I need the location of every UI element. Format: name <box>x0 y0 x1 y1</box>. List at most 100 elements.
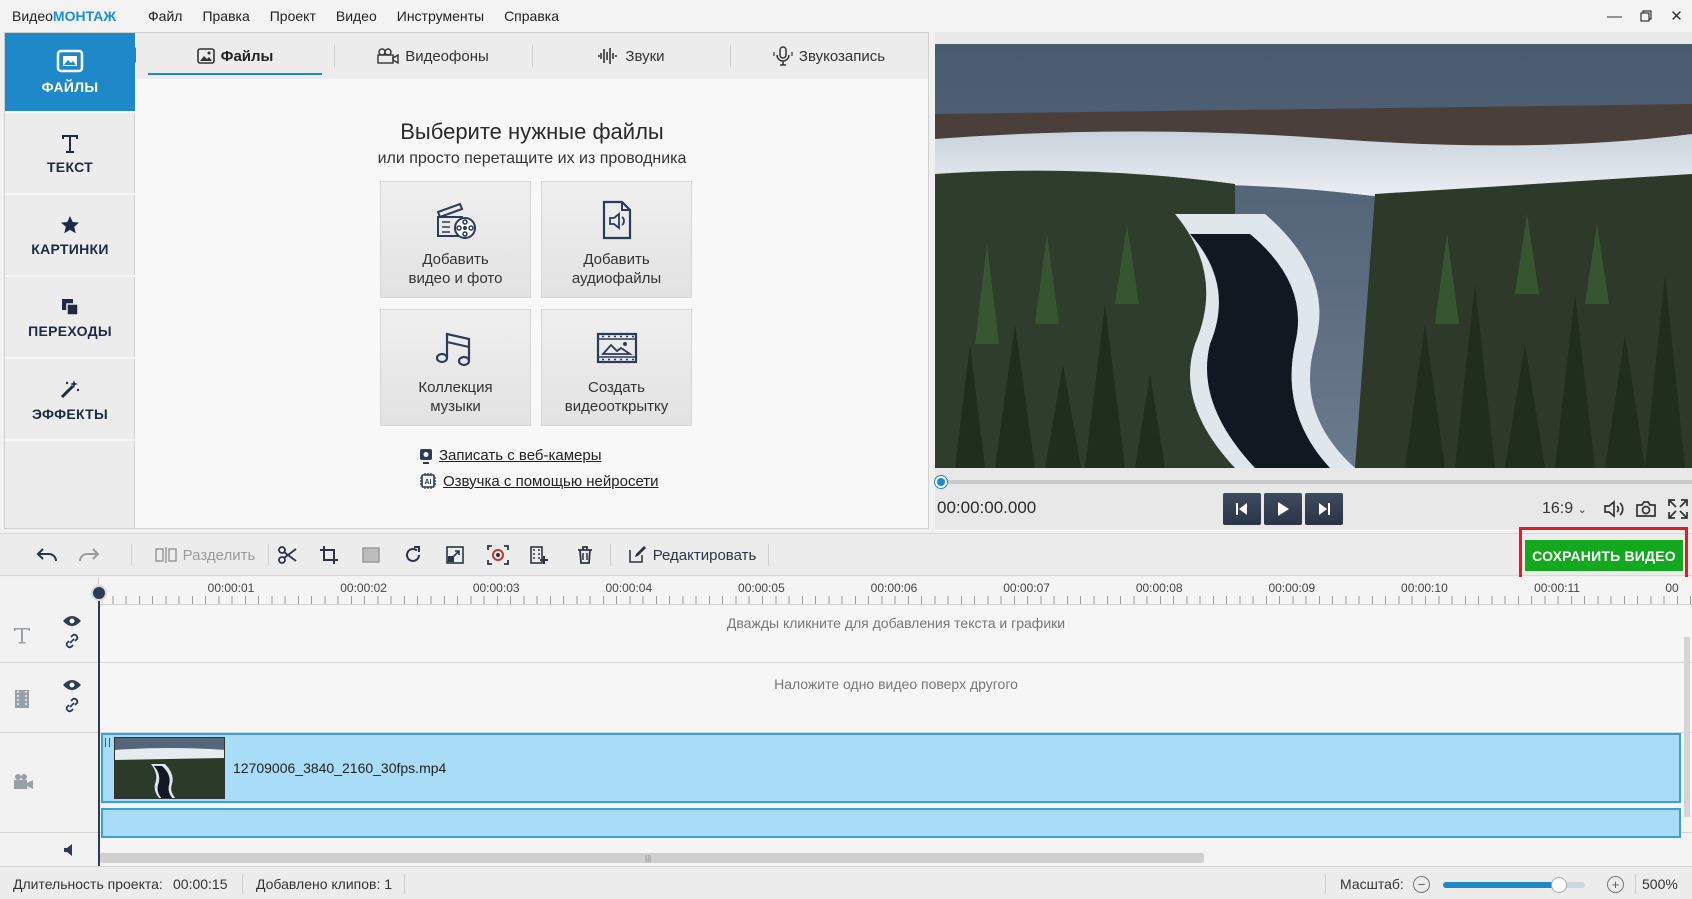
eye-icon[interactable] <box>62 679 82 691</box>
zoom-slider-handle[interactable] <box>1551 877 1568 893</box>
clip-drag-handle[interactable] <box>105 738 110 747</box>
record-webcam-link[interactable]: Записать с веб-камеры <box>419 447 602 464</box>
crop-button[interactable] <box>316 534 342 576</box>
tab-files[interactable]: Файлы <box>136 33 334 79</box>
status-bar: Длительность проекта: 00:00:15 Добавлено… <box>0 866 1692 899</box>
link-icon[interactable] <box>64 633 80 649</box>
files-subheading: или просто перетащите их из проводника <box>377 150 687 167</box>
playhead-handle[interactable] <box>91 585 107 601</box>
add-audio-button[interactable]: Добавить аудиофайлы <box>541 181 692 298</box>
menu-project[interactable]: Проект <box>260 0 326 32</box>
tab-sounds[interactable]: Звуки <box>532 33 730 79</box>
menu-file[interactable]: Файл <box>138 0 192 32</box>
volume-button[interactable] <box>1598 496 1630 522</box>
menu-tools[interactable]: Инструменты <box>387 0 494 32</box>
video-clip[interactable]: 12709006_3840_2160_30fps.mp4 <box>101 733 1681 803</box>
sidebar-item-transitions[interactable]: ПЕРЕХОДЫ <box>5 279 135 359</box>
add-clip-button[interactable] <box>526 534 552 576</box>
resize-icon <box>446 546 464 564</box>
sidebar-item-label: КАРТИНКИ <box>31 241 109 257</box>
zoom-in-button[interactable]: + <box>1607 876 1624 893</box>
tab-voice-recording[interactable]: Звукозапись <box>730 33 928 79</box>
redo-icon <box>79 548 100 562</box>
ruler-tick-label: 00:00:02 <box>340 581 387 595</box>
tile-label-line1: Добавить <box>422 251 489 268</box>
video-track-header <box>0 733 99 833</box>
tab-bar: Файлы Видеофоны Звуки Звукозапись <box>136 33 928 79</box>
postcard-icon <box>596 332 637 364</box>
ruler-tick-label: 00:00:10 <box>1401 581 1448 595</box>
close-icon[interactable]: ✕ <box>1661 0 1692 32</box>
timeline: 00:00:01 00:00:02 00:00:03 00:00:04 00:00:05… <box>0 577 1692 866</box>
preview-image <box>935 44 1692 468</box>
delete-button[interactable] <box>572 534 598 576</box>
blank-button[interactable] <box>358 534 384 576</box>
audio-file-icon <box>602 200 631 240</box>
save-video-button[interactable]: СОХРАНИТЬ ВИДЕО <box>1525 540 1683 571</box>
playhead-line <box>98 601 100 866</box>
film-reel-icon <box>436 202 476 239</box>
fullscreen-button[interactable] <box>1662 496 1692 522</box>
ai-chip-icon: AI <box>420 473 436 489</box>
edit-icon <box>628 546 646 563</box>
sidebar-item-effects[interactable]: ЭФФЕКТЫ <box>5 361 135 441</box>
zoom-out-button[interactable]: − <box>1413 876 1430 893</box>
tab-label: Файлы <box>220 47 274 65</box>
redo-button[interactable] <box>72 534 106 576</box>
speaker-icon[interactable] <box>62 843 78 857</box>
ruler-tick-label: 00:00:08 <box>1135 581 1183 595</box>
audio-track-lane[interactable] <box>101 808 1681 838</box>
menu-help[interactable]: Справка <box>494 0 569 32</box>
zoom-label: Масштаб: <box>1340 876 1404 892</box>
add-video-photo-button[interactable]: Добавить видео и фото <box>380 181 531 298</box>
audio-track-header <box>62 843 78 860</box>
ai-voiceover-link[interactable]: AI Озвучка с помощью нейросети <box>419 472 659 490</box>
music-collection-button[interactable]: Коллекция музыки <box>380 309 531 426</box>
overlay-track-lane[interactable]: Наложите одно видео поверх другого <box>100 663 1692 733</box>
tab-video-backgrounds[interactable]: Видеофоны <box>334 33 532 79</box>
split-icon <box>154 547 177 563</box>
skip-forward-button[interactable] <box>1305 493 1343 525</box>
menu-edit[interactable]: Правка <box>192 0 259 32</box>
rotate-button[interactable] <box>400 534 426 576</box>
timeline-vscrollbar[interactable] <box>1684 637 1690 817</box>
text-track-lane[interactable]: Дважды кликните для добавления текста и … <box>100 605 1692 663</box>
link-label: Озвучка с помощью нейросети <box>443 472 659 490</box>
preview-scrubber[interactable] <box>940 480 1692 484</box>
play-icon <box>1278 502 1289 516</box>
snapshot-button[interactable] <box>1630 496 1662 522</box>
eye-icon[interactable] <box>62 615 82 627</box>
preview-frame <box>935 44 1692 468</box>
scrubber-handle[interactable] <box>935 476 947 488</box>
rectangle-icon <box>362 547 380 563</box>
sidebar-item-text[interactable]: ТЕКСТ <box>5 115 135 195</box>
skip-back-button[interactable] <box>1223 493 1261 525</box>
files-heading: Выберите нужные файлы <box>400 119 664 144</box>
resize-button[interactable] <box>442 534 468 576</box>
chroma-key-button[interactable] <box>484 534 512 576</box>
maximize-icon[interactable] <box>1630 0 1661 32</box>
ruler-tick-label: 00:00:07 <box>1003 581 1050 595</box>
transitions-icon <box>62 299 79 316</box>
tile-label-line1: Создать <box>587 379 645 396</box>
image-icon <box>196 48 215 64</box>
create-videocard-button[interactable]: Создать видеооткрытку <box>541 309 692 426</box>
timeline-hscrollbar[interactable]: ||| <box>100 853 1204 863</box>
time-ruler[interactable]: 00:00:01 00:00:02 00:00:03 00:00:04 00:00:05… <box>99 577 1692 605</box>
undo-button[interactable] <box>30 534 64 576</box>
edit-button[interactable]: Редактировать <box>622 534 762 576</box>
split-button[interactable]: Разделить <box>150 534 260 576</box>
video-background-icon <box>377 48 399 64</box>
link-icon[interactable] <box>64 697 80 713</box>
ruler-ticks <box>99 596 1692 604</box>
sidebar-item-files[interactable]: ФАЙЛЫ <box>5 33 143 113</box>
cut-button[interactable] <box>275 534 301 576</box>
tab-label: Звуки <box>625 47 665 65</box>
microphone-icon <box>773 46 793 66</box>
ruler-tick-label: 00:00:04 <box>605 581 653 595</box>
play-button[interactable] <box>1264 493 1302 525</box>
aspect-ratio-dropdown[interactable]: 16:9 ⌄ <box>1542 500 1587 518</box>
minimize-icon[interactable]: — <box>1599 0 1630 32</box>
menu-video[interactable]: Видео <box>326 0 387 32</box>
sidebar-item-images[interactable]: КАРТИНКИ <box>5 197 135 277</box>
